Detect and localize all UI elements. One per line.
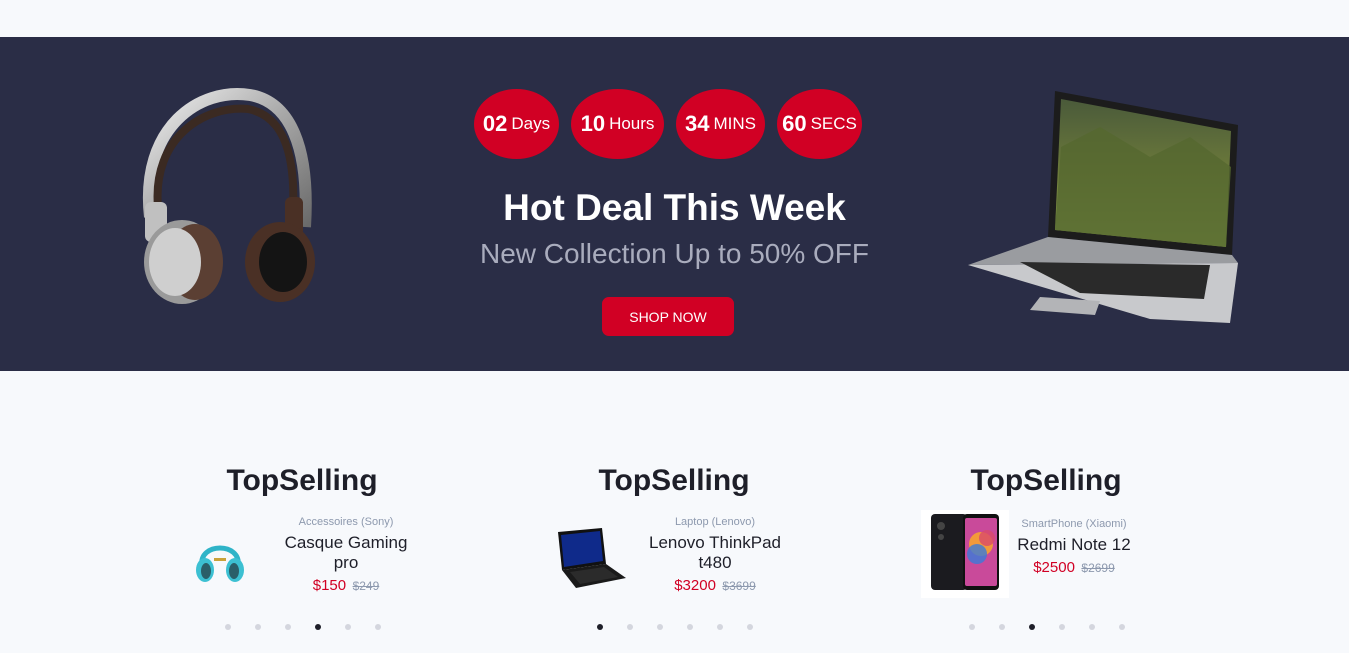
countdown-secs: 60 SECS	[777, 89, 862, 159]
countdown-hours-value: 10	[580, 111, 606, 136]
product-new-price: $2500	[1033, 559, 1075, 576]
product-category: Laptop (Lenovo)	[674, 516, 756, 528]
product-name[interactable]: Casque Gaming pro	[276, 533, 416, 573]
product-price: $150 $249	[276, 577, 416, 595]
product-category: SmartPhone (Xiaomi)	[1021, 518, 1127, 530]
countdown-days-unit: Days	[511, 114, 551, 133]
carousel-dot[interactable]	[999, 624, 1005, 630]
carousel-dot[interactable]	[225, 624, 231, 630]
product-old-price: $2699	[1081, 561, 1115, 575]
carousel-dots	[116, 624, 488, 634]
laptop-image	[968, 91, 1238, 323]
carousel-dot[interactable]	[285, 624, 291, 630]
product-old-price: $249	[352, 579, 380, 593]
product-widget[interactable]: SmartPhone (Xiaomi) Redmi Note 12 $2500 …	[860, 464, 1232, 604]
laptop-icon	[558, 528, 626, 588]
countdown-hours-unit: Hours	[609, 114, 655, 133]
carousel-dot[interactable]	[969, 624, 975, 630]
carousel-dot[interactable]	[1119, 624, 1125, 630]
carousel-dots	[488, 624, 860, 634]
carousel-dot-active[interactable]	[597, 624, 603, 630]
product-price: $2500 $2699	[1010, 559, 1138, 577]
carousel-dot[interactable]	[747, 624, 753, 630]
hot-deal-section: 02 Days 10 Hours 34 MINS 60 SECS Hot Dea…	[0, 37, 1349, 371]
smartphone-icon	[921, 510, 1009, 598]
carousel-dot[interactable]	[255, 624, 261, 630]
product-old-price: $3699	[722, 579, 756, 593]
countdown-hours: 10 Hours	[571, 89, 664, 159]
countdown-days-value: 02	[482, 111, 508, 136]
countdown-mins-value: 34	[685, 111, 710, 136]
product-new-price: $150	[312, 577, 347, 594]
countdown-days: 02 Days	[474, 89, 559, 159]
countdown-secs-value: 60	[782, 111, 807, 136]
shop-now-button[interactable]: SHOP NOW	[602, 297, 734, 336]
top-selling-column-3: TopSelling SmartPhone (Xiaomi) Redmi Not…	[860, 464, 1232, 644]
product-category: Accessoires (Sony)	[298, 516, 394, 528]
top-selling-column-1: TopSelling Accessoires (Sony) Casque Gam…	[116, 464, 488, 644]
countdown-mins-unit: MINS	[713, 114, 756, 133]
carousel-dot[interactable]	[1059, 624, 1065, 630]
carousel-dot[interactable]	[1089, 624, 1095, 630]
countdown-secs-unit: SECS	[810, 114, 857, 133]
headphones-icon	[196, 545, 244, 582]
carousel-dot-active[interactable]	[1029, 624, 1035, 630]
product-name[interactable]: Lenovo ThinkPad t480	[642, 533, 788, 573]
product-new-price: $3200	[674, 577, 716, 594]
product-widget[interactable]: Laptop (Lenovo) Lenovo ThinkPad t480 $32…	[488, 464, 860, 604]
carousel-dot[interactable]	[627, 624, 633, 630]
countdown-mins: 34 MINS	[676, 89, 765, 159]
carousel-dot[interactable]	[717, 624, 723, 630]
carousel-dot[interactable]	[375, 624, 381, 630]
carousel-dots	[860, 624, 1232, 634]
product-price: $3200 $3699	[642, 577, 788, 595]
carousel-dot[interactable]	[657, 624, 663, 630]
product-name[interactable]: Redmi Note 12	[1010, 535, 1138, 555]
carousel-dot[interactable]	[345, 624, 351, 630]
carousel-dot-active[interactable]	[315, 624, 321, 630]
carousel-dot[interactable]	[687, 624, 693, 630]
top-selling-column-2: TopSelling Laptop (Lenovo) Lenovo ThinkP…	[488, 464, 860, 644]
product-widget[interactable]: Accessoires (Sony) Casque Gaming pro $15…	[116, 464, 488, 604]
